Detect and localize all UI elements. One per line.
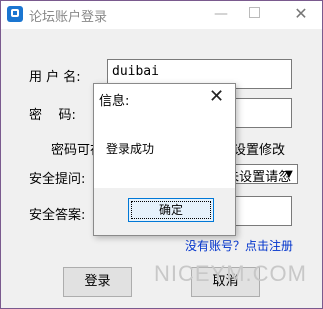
password-label: 密 码: <box>29 108 76 123</box>
maximize-button[interactable] <box>240 4 268 24</box>
ok-button[interactable]: 确定 <box>128 198 214 222</box>
security-answer-label: 安全答案: <box>29 208 86 223</box>
password-field[interactable] <box>233 98 292 128</box>
maximize-icon <box>248 7 260 18</box>
chevron-down-icon: ▼ <box>285 169 293 180</box>
minimize-button[interactable]: — <box>207 4 235 24</box>
dialog-close-button[interactable]: ✕ <box>209 86 224 107</box>
register-link[interactable]: 没有账号？点击注册 <box>185 237 293 254</box>
dialog-title: 信息: <box>99 94 130 109</box>
security-answer-field[interactable] <box>233 196 292 226</box>
password-hint-right: 设置修改 <box>233 143 286 158</box>
app-icon <box>7 6 23 22</box>
watermark: NICEYM.COM <box>154 261 307 286</box>
window-title: 论坛账户登录 <box>29 10 108 25</box>
title-bar[interactable]: 论坛账户登录 — ✕ <box>1 1 322 29</box>
dialog-title-bar[interactable]: 信息: ✕ <box>94 84 235 112</box>
dialog-body: 登录成功 <box>94 112 235 188</box>
username-label: 用 户 名: <box>29 70 81 85</box>
message-dialog: 信息: ✕ 登录成功 确定 <box>93 83 236 236</box>
security-question-label: 安全提问: <box>29 172 86 187</box>
close-button[interactable]: ✕ <box>287 4 315 24</box>
dialog-message: 登录成功 <box>106 142 155 156</box>
login-button[interactable]: 登录 <box>63 267 132 297</box>
